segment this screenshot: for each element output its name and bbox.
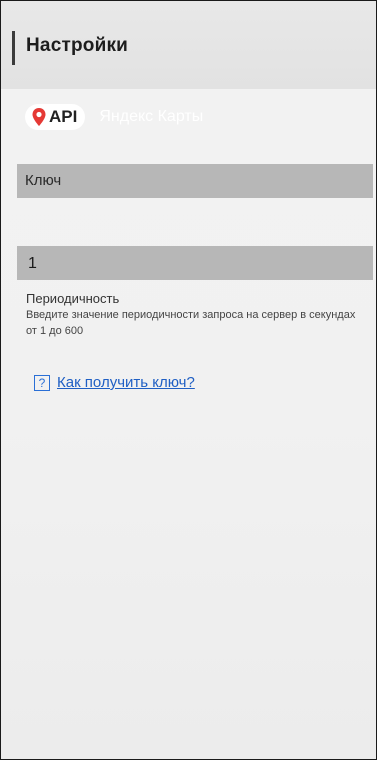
question-icon: ? bbox=[34, 374, 50, 391]
map-pin-icon bbox=[31, 107, 47, 127]
period-hint: Введите значение периодичности запроса н… bbox=[26, 309, 356, 337]
help-link-text[interactable]: Как получить ключ? bbox=[57, 374, 195, 391]
how-to-get-key-link[interactable]: ? Как получить ключ? bbox=[34, 374, 195, 391]
api-badge[interactable]: API bbox=[25, 104, 86, 130]
api-label: API bbox=[49, 107, 78, 126]
header-accent-bar bbox=[12, 31, 15, 65]
api-key-placeholder: Ключ bbox=[25, 172, 62, 189]
period-value: 1 bbox=[28, 255, 37, 272]
api-key-input[interactable]: Ключ bbox=[17, 164, 373, 198]
settings-screen: Настройки API Яндекс Карты Ключ 1 Период… bbox=[0, 0, 377, 760]
map-provider-selector[interactable]: API Яндекс Карты bbox=[25, 104, 203, 130]
period-input[interactable]: 1 bbox=[17, 246, 373, 280]
page-title: Настройки bbox=[26, 35, 129, 56]
header-bar: Настройки bbox=[1, 1, 376, 89]
period-label: Периодичность bbox=[26, 291, 120, 306]
service-name: Яндекс Карты bbox=[99, 108, 204, 125]
